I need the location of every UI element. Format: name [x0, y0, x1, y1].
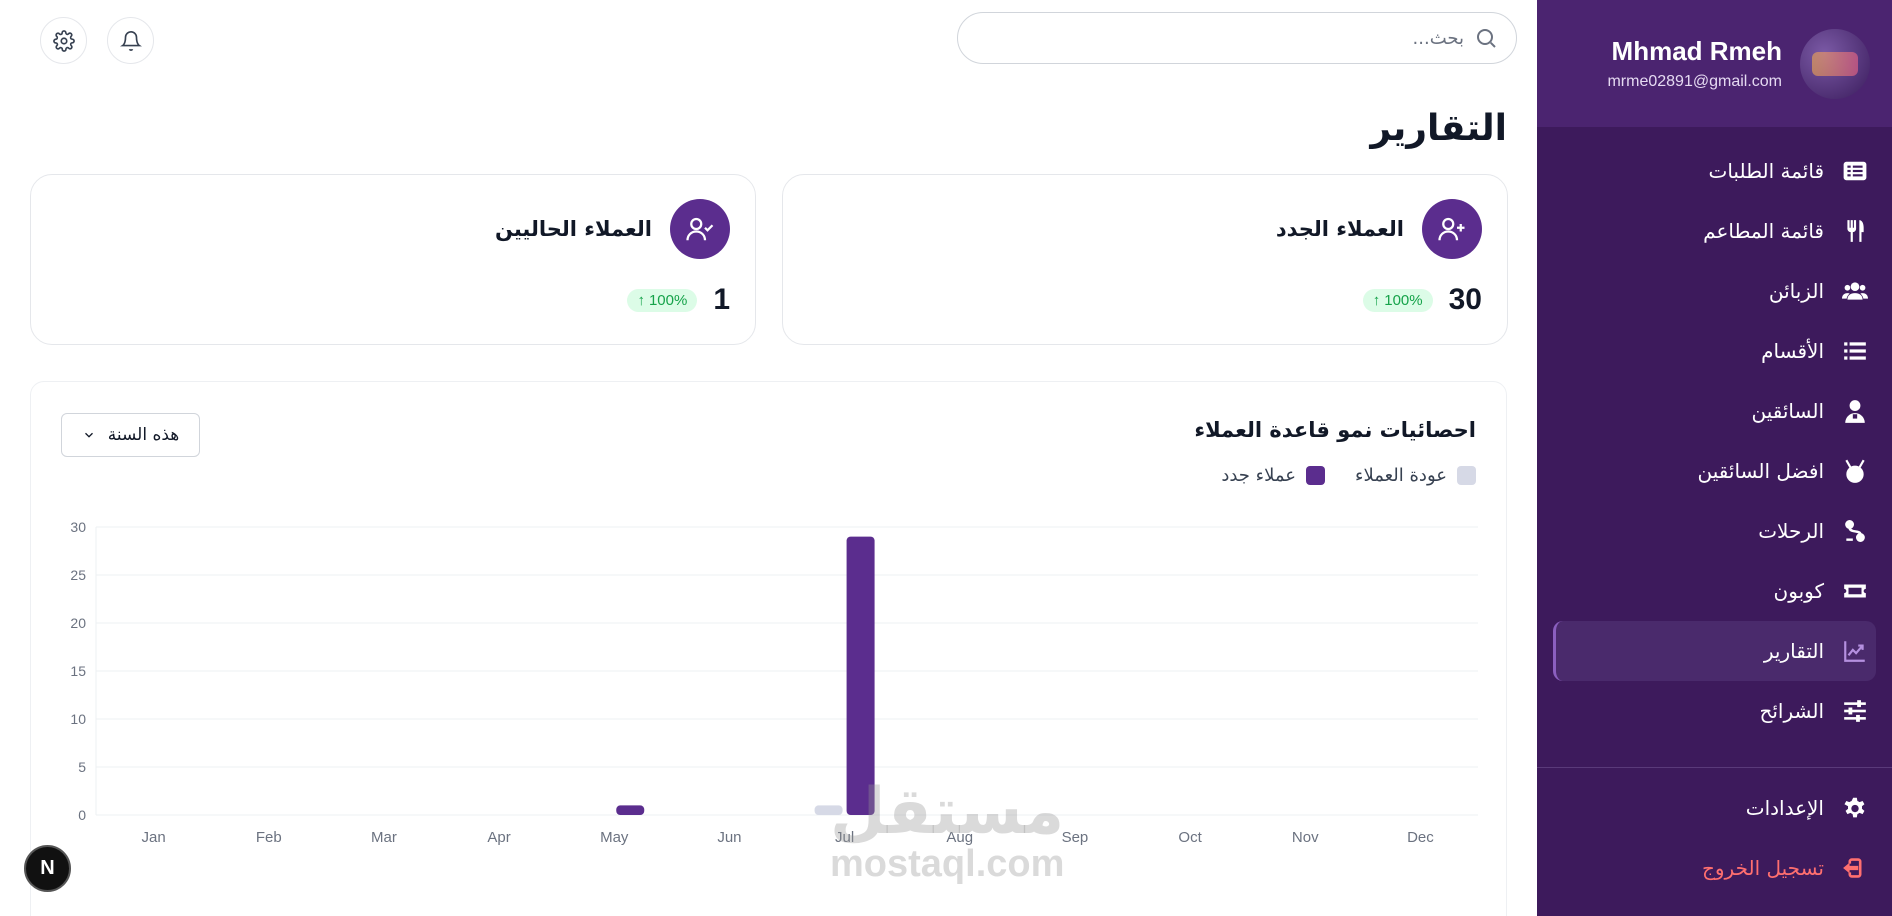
utensils-icon — [1840, 216, 1870, 246]
sidebar-item-label: التقارير — [1763, 639, 1824, 663]
user-plus-icon — [1422, 199, 1482, 259]
x-tick-label: Sep — [1062, 829, 1089, 846]
logout-button[interactable]: تسجيل الخروج — [1561, 838, 1870, 898]
sidebar-item-label: الأقسام — [1761, 339, 1824, 363]
x-tick-label: Apr — [487, 829, 510, 846]
x-tick-label: Jun — [717, 829, 741, 846]
sidebar-item-label: قائمة المطاعم — [1703, 219, 1824, 243]
sidebar-item-trips[interactable]: الرحلات — [1561, 501, 1870, 561]
gear-icon — [1840, 793, 1870, 823]
change-badge: ↑ 100% — [1362, 288, 1433, 312]
card-value: 30 — [1448, 283, 1482, 316]
y-tick-label: 30 — [70, 519, 86, 535]
x-tick-label: Dec — [1407, 829, 1434, 846]
user-check-icon — [670, 199, 730, 259]
card-footer: 30 ↑ 100% — [1362, 283, 1482, 317]
sidebar-item-label: قائمة الطلبات — [1708, 159, 1825, 183]
user-profile-header: Mhmad Rmeh mrme02891@gmail.com — [1537, 0, 1892, 127]
bell-icon — [119, 30, 142, 51]
page-title: التقارير — [1370, 108, 1507, 149]
user-email: mrme02891@gmail.com — [1607, 73, 1782, 90]
card-header: العملاء الجدد — [1276, 199, 1482, 259]
dev-tools-button[interactable]: N — [24, 845, 71, 892]
y-tick-label: 25 — [70, 567, 86, 583]
sliders-icon — [1840, 696, 1870, 726]
sidebar-item-sliders[interactable]: الشرائح — [1561, 681, 1870, 741]
sidebar-item-restaurants[interactable]: قائمة المطاعم — [1561, 201, 1870, 261]
change-value: 100% — [1384, 291, 1423, 309]
card-value: 1 — [713, 283, 730, 316]
sidebar-item-label: افضل السائقين — [1697, 459, 1825, 483]
sidebar-item-orders[interactable]: قائمة الطلبات — [1561, 141, 1870, 201]
sidebar-item-label: الشرائح — [1759, 699, 1824, 723]
x-tick-label: Oct — [1178, 829, 1202, 846]
x-tick-label: Feb — [256, 829, 282, 846]
x-tick-label: Aug — [946, 829, 973, 846]
sidebar-item-reports[interactable]: التقارير — [1553, 621, 1876, 681]
ticket-icon — [1840, 576, 1870, 606]
sidebar-divider — [1537, 767, 1892, 768]
y-tick-label: 15 — [70, 663, 86, 679]
sidebar-nav: قائمة الطلبات قائمة المطاعم الزبائن الأق… — [1537, 127, 1892, 741]
notifications-button[interactable] — [107, 17, 154, 64]
sidebar-item-label: الإعدادات — [1745, 796, 1824, 820]
sidebar-item-customers[interactable]: الزبائن — [1561, 261, 1870, 321]
sidebar-item-label: السائقين — [1751, 399, 1824, 423]
card-header: العملاء الحاليين — [495, 199, 730, 259]
bar — [616, 805, 645, 815]
x-tick-label: Nov — [1292, 829, 1319, 846]
settings-button[interactable] — [40, 17, 87, 64]
x-tick-label: May — [600, 829, 629, 846]
change-badge: ↑ 100% — [627, 288, 698, 312]
x-tick-label: Jan — [141, 829, 165, 846]
user-info: Mhmad Rmeh mrme02891@gmail.com — [1607, 36, 1782, 91]
current-customers-card: العملاء الحاليين 1 ↑ 100% — [30, 174, 756, 345]
sidebar-item-top-drivers[interactable]: افضل السائقين — [1561, 441, 1870, 501]
sidebar-item-label: تسجيل الخروج — [1701, 856, 1824, 880]
search-icon — [1477, 29, 1496, 48]
y-tick-label: 20 — [70, 615, 86, 631]
y-tick-label: 5 — [78, 759, 86, 775]
list-icon — [1840, 336, 1870, 366]
card-title: العملاء الجدد — [1275, 217, 1404, 241]
sidebar-footer-nav: الإعدادات تسجيل الخروج — [1537, 778, 1892, 898]
logout-icon — [1840, 853, 1870, 883]
bar — [814, 805, 843, 815]
sidebar-item-label: كوبون — [1773, 579, 1824, 603]
search-input[interactable] — [984, 27, 1464, 49]
users-icon — [1840, 276, 1870, 306]
search-bar[interactable] — [957, 12, 1517, 64]
sidebar-item-categories[interactable]: الأقسام — [1561, 321, 1870, 381]
driver-icon — [1840, 396, 1870, 426]
bar-chart: 0 5 10 15 20 25 30 Jan Feb Mar Apr May Jun Jul Aug Sep O… — [70, 519, 1478, 846]
x-tick-label: Jul — [835, 829, 854, 846]
chart-line-icon — [1840, 636, 1870, 666]
card-footer: 1 ↑ 100% — [627, 283, 730, 317]
y-tick-label: 10 — [70, 711, 86, 727]
medal-icon — [1840, 456, 1870, 486]
bar — [846, 536, 875, 815]
change-value: 100% — [648, 291, 688, 309]
customer-growth-chart-card: احصائيات نمو قاعدة العملاء هذه السنة عود… — [30, 381, 1507, 916]
arrow-up-icon: ↑ — [1372, 291, 1381, 309]
card-title: العملاء الحاليين — [494, 217, 652, 241]
route-icon — [1840, 516, 1870, 546]
arrow-up-icon: ↑ — [637, 291, 645, 309]
new-customers-card: العملاء الجدد 30 ↑ 100% — [782, 174, 1508, 345]
restaurant-logo-avatar — [1812, 51, 1858, 76]
sidebar: Mhmad Rmeh mrme02891@gmail.com قائمة الط… — [1537, 0, 1892, 916]
y-tick-label: 0 — [78, 807, 86, 823]
sidebar-item-label: الرحلات — [1758, 519, 1824, 543]
sidebar-item-drivers[interactable]: السائقين — [1561, 381, 1870, 441]
x-tick-label: Mar — [371, 829, 397, 846]
order-list-icon — [1840, 156, 1870, 186]
sidebar-item-label: الزبائن — [1768, 279, 1824, 303]
user-name: Mhmad Rmeh — [1611, 36, 1782, 66]
avatar[interactable] — [1800, 28, 1870, 99]
sidebar-item-settings[interactable]: الإعدادات — [1561, 778, 1870, 838]
gear-icon — [52, 29, 75, 52]
sidebar-item-coupon[interactable]: كوبون — [1561, 561, 1870, 621]
